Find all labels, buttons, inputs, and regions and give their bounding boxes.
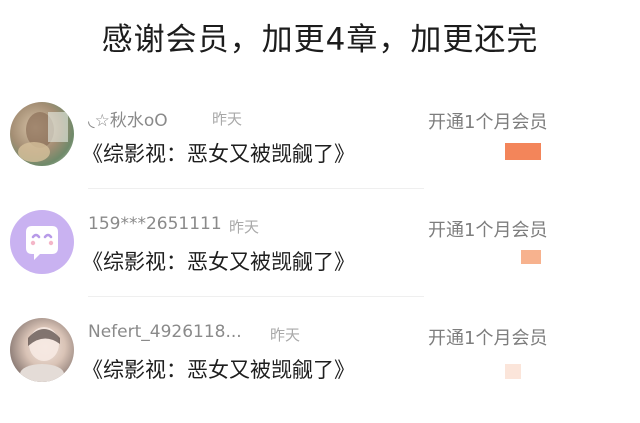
username[interactable]: Nefert_4926118...	[88, 322, 242, 342]
membership-status: 开通1个月会员	[428, 220, 548, 241]
membership-status: 开通1个月会员	[428, 112, 548, 133]
smiley-mascot-icon	[26, 226, 58, 260]
member-entry: ◟☆秋水oO 昨天 《综影视：恶女又被觊觎了》 开通1个月会员	[0, 96, 640, 202]
book-title[interactable]: 《综影视：恶女又被觊觎了》	[82, 138, 355, 168]
row-divider	[88, 188, 424, 189]
membership-status: 开通1个月会员	[428, 328, 548, 349]
page-headline: 感谢会员，加更4章，加更还完	[101, 22, 539, 58]
avatar[interactable]	[10, 210, 74, 274]
timestamp: 昨天	[270, 326, 301, 344]
member-entry: 159***2651111 昨天 《综影视：恶女又被觊觎了》 开通1个月会员	[0, 204, 640, 310]
username[interactable]: ◟☆秋水oO	[88, 106, 168, 131]
avatar[interactable]	[10, 318, 74, 382]
book-title[interactable]: 《综影视：恶女又被觊觎了》	[82, 354, 355, 384]
color-swatch	[505, 364, 521, 379]
avatar[interactable]	[10, 102, 74, 166]
photo-avatar-icon	[18, 112, 68, 162]
photo-avatar-icon	[20, 327, 64, 382]
color-swatch	[505, 143, 541, 160]
row-divider	[88, 296, 424, 297]
username[interactable]: 159***2651111	[88, 214, 222, 234]
timestamp: 昨天	[229, 218, 260, 236]
member-entry: Nefert_4926118... 昨天 《综影视：恶女又被觊觎了》 开通1个月…	[0, 312, 640, 418]
color-swatch	[521, 250, 541, 264]
book-title[interactable]: 《综影视：恶女又被觊觎了》	[82, 246, 355, 276]
timestamp: 昨天	[212, 110, 243, 128]
